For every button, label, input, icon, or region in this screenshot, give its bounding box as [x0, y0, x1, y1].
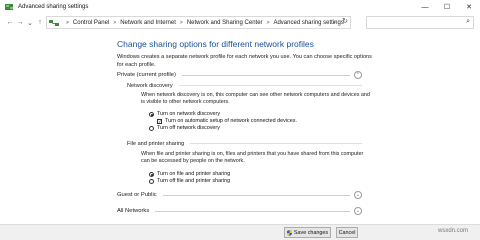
recent-locations-icon[interactable]: ⌄: [25, 17, 35, 29]
search-input[interactable]: ⌕: [366, 16, 474, 29]
intro-text: Windows creates a separate network profi…: [117, 54, 372, 68]
network-discovery-desc: When network discovery is on, this compu…: [141, 92, 370, 106]
subsection-network-discovery: Network discovery: [127, 81, 362, 90]
breadcrumb-sharing-center[interactable]: Network and Sharing Center: [187, 20, 263, 26]
breadcrumb[interactable]: > Control Panel > Network and Internet >…: [46, 16, 351, 29]
maximize-button[interactable]: ☐: [436, 0, 458, 14]
close-button[interactable]: ✕: [458, 0, 480, 14]
file-printer-label: File and printer sharing: [127, 140, 185, 147]
watermark: wsxdn.com: [438, 228, 469, 234]
refresh-icon[interactable]: ↻: [342, 17, 348, 25]
page-title: Change sharing options for different net…: [117, 39, 314, 49]
subsection-file-printer: File and printer sharing: [127, 139, 362, 148]
radio-sharing-off[interactable]: Turn off file and printer sharing: [149, 178, 230, 184]
section-private-label: Private (current profile): [117, 72, 176, 78]
up-arrow-icon[interactable]: ↑: [35, 17, 45, 29]
address-bar: ← → ⌄ ↑ > Control Panel > Network and In…: [0, 14, 480, 31]
radio-sharing-off-label: Turn off file and printer sharing: [157, 178, 231, 184]
footer-bar: Save changes Cancel: [0, 224, 480, 240]
radio-selected-icon[interactable]: [149, 171, 154, 177]
section-all-networks[interactable]: All Networks ⌄: [117, 206, 362, 216]
radio-discovery-on[interactable]: Turn on network discovery: [149, 111, 220, 117]
forward-arrow-icon[interactable]: →: [15, 17, 25, 29]
divider: [155, 210, 350, 212]
radio-unselected-icon[interactable]: [149, 178, 154, 184]
chevron-down-icon[interactable]: ⌄: [354, 191, 362, 199]
main-content: Change sharing options for different net…: [0, 31, 480, 224]
window-title: Advanced sharing settings: [18, 4, 89, 10]
section-guest-label: Guest or Public: [117, 192, 157, 198]
chevron-up-icon[interactable]: ⌃: [354, 71, 362, 79]
radio-sharing-on-label: Turn on file and printer sharing: [157, 171, 231, 177]
breadcrumb-network-internet[interactable]: Network and Internet: [120, 20, 176, 26]
window-controls: — ☐ ✕: [414, 0, 480, 14]
save-changes-label: Save changes: [293, 229, 329, 236]
network-icon: [49, 19, 59, 26]
search-icon: ⌕: [466, 18, 470, 25]
section-private[interactable]: Private (current profile) ⌃: [117, 70, 362, 80]
address-dropdown-icon[interactable]: ⌄: [332, 18, 337, 25]
breadcrumb-separator-icon: >: [66, 19, 69, 26]
radio-discovery-off[interactable]: Turn off network discovery: [149, 125, 220, 131]
divider: [162, 194, 350, 196]
checkbox-checked-icon[interactable]: ✓: [157, 118, 162, 124]
section-guest-public[interactable]: Guest or Public ⌄: [117, 190, 362, 200]
checkbox-auto-setup[interactable]: ✓ Turn on automatic setup of network con…: [157, 118, 297, 124]
checkbox-auto-setup-label: Turn on automatic setup of network conne…: [165, 118, 297, 124]
chevron-down-icon[interactable]: ⌄: [354, 207, 362, 215]
divider: [181, 74, 350, 76]
network-discovery-label: Network discovery: [127, 82, 173, 89]
file-printer-desc: When file and printer sharing is on, fil…: [141, 151, 364, 165]
radio-sharing-on[interactable]: Turn on file and printer sharing: [149, 171, 230, 177]
divider: [190, 143, 362, 144]
uac-shield-icon: [286, 229, 292, 236]
save-changes-button[interactable]: Save changes: [284, 227, 331, 238]
title-bar: Advanced sharing settings — ☐ ✕: [0, 0, 480, 14]
radio-selected-icon[interactable]: [149, 111, 154, 117]
breadcrumb-separator-icon: >: [179, 19, 183, 26]
breadcrumb-separator-icon: >: [113, 19, 117, 26]
breadcrumb-separator-icon: >: [266, 19, 270, 26]
back-arrow-icon[interactable]: ←: [5, 17, 15, 29]
cancel-button[interactable]: Cancel: [336, 227, 358, 238]
minimize-button[interactable]: —: [414, 0, 436, 14]
radio-discovery-off-label: Turn off network discovery: [157, 125, 220, 131]
network-folder-icon: [5, 4, 13, 10]
divider: [178, 85, 362, 86]
radio-discovery-on-label: Turn on network discovery: [157, 111, 221, 117]
breadcrumb-control-panel[interactable]: Control Panel: [73, 20, 109, 26]
section-all-label: All Networks: [117, 208, 150, 214]
radio-unselected-icon[interactable]: [149, 125, 154, 131]
